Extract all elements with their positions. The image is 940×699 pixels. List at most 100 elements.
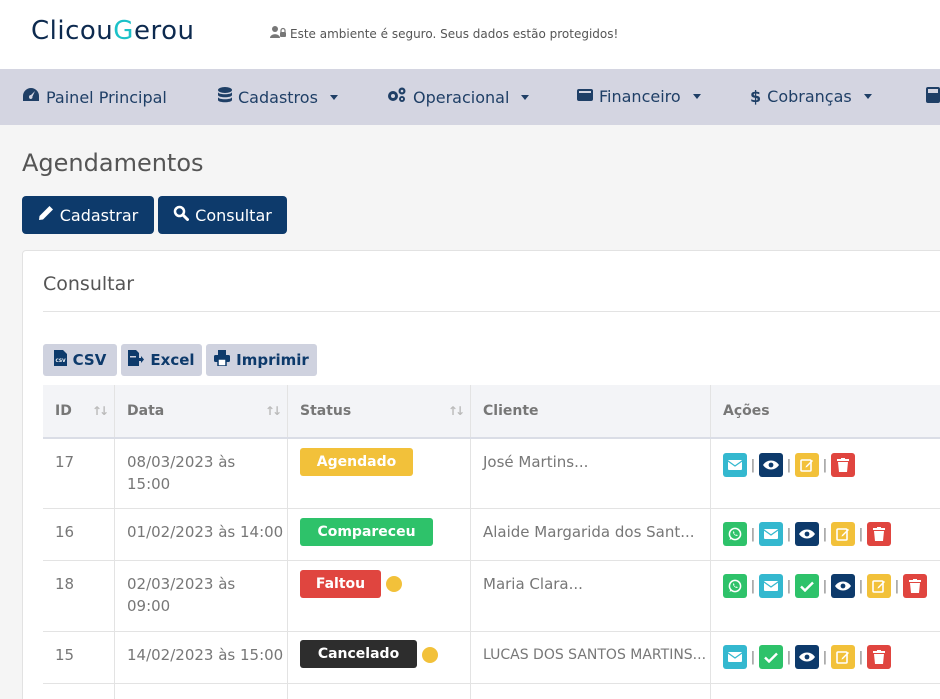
cell-id: 15 (43, 632, 115, 683)
card-divider (43, 311, 940, 312)
cell-id: 16 (43, 509, 115, 560)
whatsapp-button[interactable] (723, 574, 747, 598)
column-header-status[interactable]: Status ↑↓ (288, 385, 471, 437)
column-header-label: Cliente (483, 403, 539, 419)
confirm-button[interactable] (795, 574, 819, 598)
cell-text: 14/02/2023 às 15:00 (127, 646, 284, 664)
card-title: Consultar (43, 273, 135, 295)
column-header-label: Status (300, 403, 352, 419)
column-header-label: Data (127, 403, 165, 419)
edit-button[interactable] (867, 574, 891, 598)
column-header-label: Ações (723, 403, 770, 419)
cell-text: 01/02/2023 às 14:00 (127, 523, 284, 541)
separator: | (786, 526, 792, 542)
cell-id: 18 (43, 561, 115, 631)
page-title: Agendamentos (22, 149, 204, 177)
export-print-button[interactable]: Imprimir (206, 344, 317, 376)
envelope-icon (728, 652, 742, 662)
consultar-button[interactable]: Consultar (158, 196, 287, 234)
cell-text: 15 (55, 646, 75, 664)
cell-status: Faltou (288, 561, 471, 631)
trash-icon (873, 650, 885, 664)
nav-item-cadastros[interactable]: Cadastros (218, 87, 338, 107)
nav-item-cobrancas[interactable]: $ Cobranças (750, 87, 872, 106)
cell-text: Maria Clara... (483, 575, 583, 593)
nav-label: Painel Principal (46, 87, 167, 107)
row-actions: | | | | (723, 522, 891, 546)
database-icon (218, 87, 232, 107)
edit-icon (836, 528, 849, 541)
delete-button[interactable] (831, 453, 855, 477)
caret-down-icon (329, 94, 338, 100)
view-button[interactable] (795, 522, 819, 546)
delete-button[interactable] (903, 574, 927, 598)
cell-status: Agendado (288, 439, 471, 508)
cell-cliente: Maria Clara... (471, 561, 711, 631)
column-header-data[interactable]: Data ↑↓ (115, 385, 288, 437)
delete-button[interactable] (867, 645, 891, 669)
eye-icon (799, 652, 815, 662)
whatsapp-button[interactable] (723, 522, 747, 546)
cell-text: 18 (55, 575, 75, 593)
caret-down-icon (521, 94, 530, 100)
email-button[interactable] (759, 522, 783, 546)
column-header-cliente[interactable]: Cliente (471, 385, 711, 437)
separator: | (750, 578, 756, 594)
column-header-id[interactable]: ID ↑↓ (43, 385, 115, 437)
email-button[interactable] (723, 645, 747, 669)
print-label: Imprimir (236, 351, 309, 369)
email-button[interactable] (759, 574, 783, 598)
consultar-card: Consultar CSV CSV Excel Imprimir ID ↑↓ D… (22, 250, 940, 699)
cadastrar-button[interactable]: Cadastrar (22, 196, 154, 234)
table-row: 16 01/02/2023 às 14:00 Compareceu Alaide… (43, 509, 940, 561)
cell-status: Compareceu (288, 509, 471, 560)
edit-icon (836, 651, 849, 664)
nav-item-operacional[interactable]: Operacional (387, 87, 530, 107)
pending-indicator-dot (422, 647, 438, 663)
separator: | (786, 457, 792, 473)
view-button[interactable] (759, 453, 783, 477)
row-actions: | | | | | (723, 574, 927, 598)
export-csv-button[interactable]: CSV CSV (43, 344, 117, 376)
envelope-icon (764, 529, 778, 539)
separator: | (822, 649, 828, 665)
nav-label: Financeiro (599, 87, 681, 106)
confirm-button[interactable] (759, 645, 783, 669)
view-button[interactable] (795, 645, 819, 669)
nav-label: Operacional (413, 87, 510, 107)
caret-down-icon (692, 94, 701, 99)
separator: | (858, 578, 864, 594)
print-icon (214, 350, 231, 370)
whatsapp-icon (728, 527, 742, 541)
nav-item-painel-principal[interactable]: Painel Principal (22, 87, 167, 107)
delete-button[interactable] (867, 522, 891, 546)
cell-text: 16 (55, 523, 75, 541)
email-button[interactable] (723, 453, 747, 477)
cell-status (288, 684, 471, 699)
status-badge: Compareceu (300, 518, 433, 546)
cell-data (115, 684, 288, 699)
nav-item-more[interactable] (926, 87, 940, 107)
sort-icon: ↑↓ (447, 404, 465, 418)
check-icon (800, 581, 814, 592)
separator: | (822, 578, 828, 594)
top-header: ClicouGerou Este ambiente é seguro. Seus… (0, 0, 940, 69)
cell-data: 14/02/2023 às 15:00 (115, 632, 288, 683)
cell-data: 02/03/2023 às 09:00 (115, 561, 288, 631)
edit-button[interactable] (831, 645, 855, 669)
security-notice: Este ambiente é seguro. Seus dados estão… (270, 26, 618, 41)
eye-icon (835, 581, 851, 591)
excel-label: Excel (150, 351, 195, 369)
consultar-label: Consultar (195, 205, 272, 225)
separator: | (786, 578, 792, 594)
row-actions: | | | (723, 453, 855, 477)
logo[interactable]: ClicouGerou (31, 16, 194, 46)
edit-button[interactable] (831, 522, 855, 546)
view-button[interactable] (831, 574, 855, 598)
export-excel-button[interactable]: Excel (121, 344, 202, 376)
nav-label: Cobranças (767, 87, 852, 106)
cell-cliente: LUCAS DOS SANTOS MARTINS... (471, 632, 711, 683)
nav-item-financeiro[interactable]: Financeiro (577, 87, 701, 106)
user-lock-icon (270, 26, 286, 41)
edit-button[interactable] (795, 453, 819, 477)
